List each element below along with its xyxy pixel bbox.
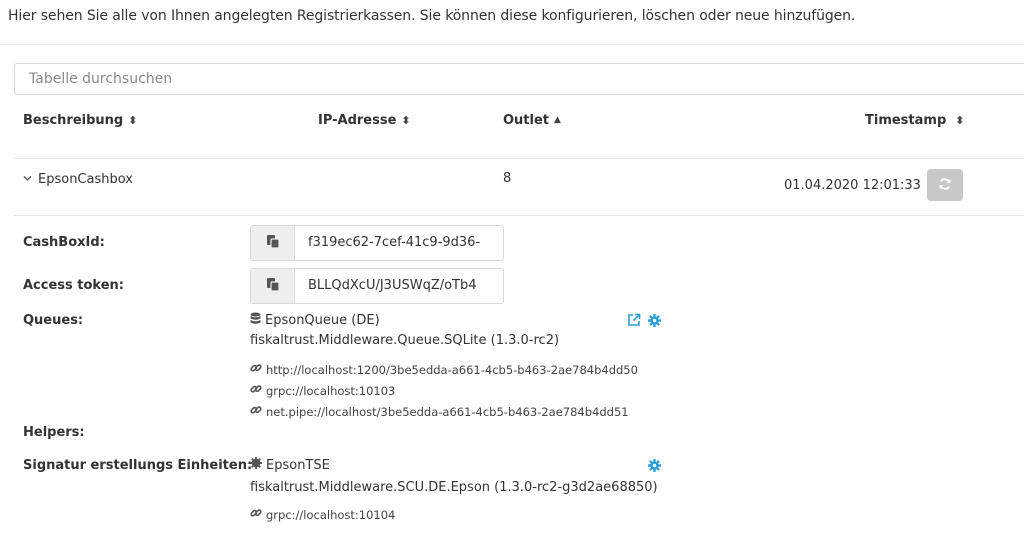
copy-button[interactable]	[251, 226, 295, 260]
sort-both-icon: ⬍	[955, 114, 965, 127]
column-header-label: Timestamp	[865, 113, 947, 128]
table-search[interactable]	[14, 63, 1024, 95]
queue-name: EpsonQueue (DE)	[265, 313, 380, 328]
cashbox-outlet: 8	[503, 171, 512, 186]
database-icon	[250, 312, 261, 329]
queues-label: Queues:	[23, 313, 84, 328]
copy-icon	[266, 277, 280, 296]
cashbox-description: EpsonCashbox	[38, 172, 133, 187]
helpers-label: Helpers:	[23, 425, 85, 440]
gear-icon[interactable]	[648, 459, 661, 472]
column-header-timestamp[interactable]: Timestamp ⬍	[865, 113, 964, 128]
chevron-down-icon	[23, 175, 32, 185]
access-token-label: Access token:	[23, 278, 125, 293]
scu-item: EpsonTSE	[250, 457, 330, 473]
cashbox-id-value[interactable]: f319ec62-7cef-41c9-9d36-	[295, 226, 503, 260]
table-row-expand-toggle[interactable]: EpsonCashbox	[23, 172, 133, 187]
scu-name: EpsonTSE	[266, 457, 330, 473]
scu-package: fiskaltrust.Middleware.SCU.DE.Epson (1.3…	[250, 480, 658, 495]
sort-both-icon: ⬍	[128, 114, 138, 127]
queue-url-text[interactable]: net.pipe://localhost/3be5edda-a661-4cb5-…	[266, 405, 629, 419]
external-link-icon[interactable]	[627, 313, 641, 327]
column-header-description[interactable]: Beschreibung ⬍	[23, 113, 137, 128]
scu-label: Signatur erstellungs Einheiten:	[23, 458, 253, 473]
column-header-ip-address[interactable]: IP-Adresse ⬍	[318, 113, 411, 128]
column-header-label: Beschreibung	[23, 113, 124, 128]
cashbox-timestamp: 01.04.2020 12:01:33	[784, 178, 921, 193]
sort-asc-icon: ▲	[554, 115, 561, 125]
access-token-value[interactable]: BLLQdXcU/J3USWqZ/oTb4	[295, 269, 503, 303]
queue-package: fiskaltrust.Middleware.Queue.SQLite (1.3…	[250, 333, 560, 348]
cashbox-id-label: CashBoxId:	[23, 235, 105, 250]
queue-url-text[interactable]: grpc://localhost:10103	[266, 384, 395, 398]
link-icon	[250, 362, 262, 377]
refresh-icon	[938, 177, 952, 194]
gear-icon[interactable]	[648, 314, 661, 327]
scu-url: grpc://localhost:10104	[250, 507, 395, 522]
search-input[interactable]	[15, 64, 1024, 94]
column-header-label: Outlet	[503, 113, 550, 128]
column-header-outlet[interactable]: Outlet ▲	[503, 113, 561, 128]
sort-both-icon: ⬍	[401, 114, 411, 127]
link-icon	[250, 507, 262, 522]
copy-button[interactable]	[251, 269, 295, 303]
refresh-button[interactable]	[927, 169, 963, 201]
table-divider	[14, 215, 1024, 216]
scu-url-text[interactable]: grpc://localhost:10104	[266, 508, 395, 522]
queue-url: http://localhost:1200/3be5edda-a661-4cb5…	[250, 362, 638, 377]
link-icon	[250, 404, 262, 419]
page-intro: Hier sehen Sie alle von Ihnen angelegten…	[8, 8, 856, 24]
copy-icon	[266, 234, 280, 253]
divider	[0, 44, 1024, 45]
queue-url: grpc://localhost:10103	[250, 383, 395, 398]
table-divider	[14, 158, 1024, 159]
queue-url-text[interactable]: http://localhost:1200/3be5edda-a661-4cb5…	[266, 363, 638, 377]
cashbox-id-field: f319ec62-7cef-41c9-9d36-	[250, 225, 504, 261]
certificate-icon	[250, 457, 262, 473]
column-header-label: IP-Adresse	[318, 113, 397, 128]
access-token-field: BLLQdXcU/J3USWqZ/oTb4	[250, 268, 504, 304]
link-icon	[250, 383, 262, 398]
queue-url: net.pipe://localhost/3be5edda-a661-4cb5-…	[250, 404, 629, 419]
queue-item: EpsonQueue (DE)	[250, 312, 380, 329]
